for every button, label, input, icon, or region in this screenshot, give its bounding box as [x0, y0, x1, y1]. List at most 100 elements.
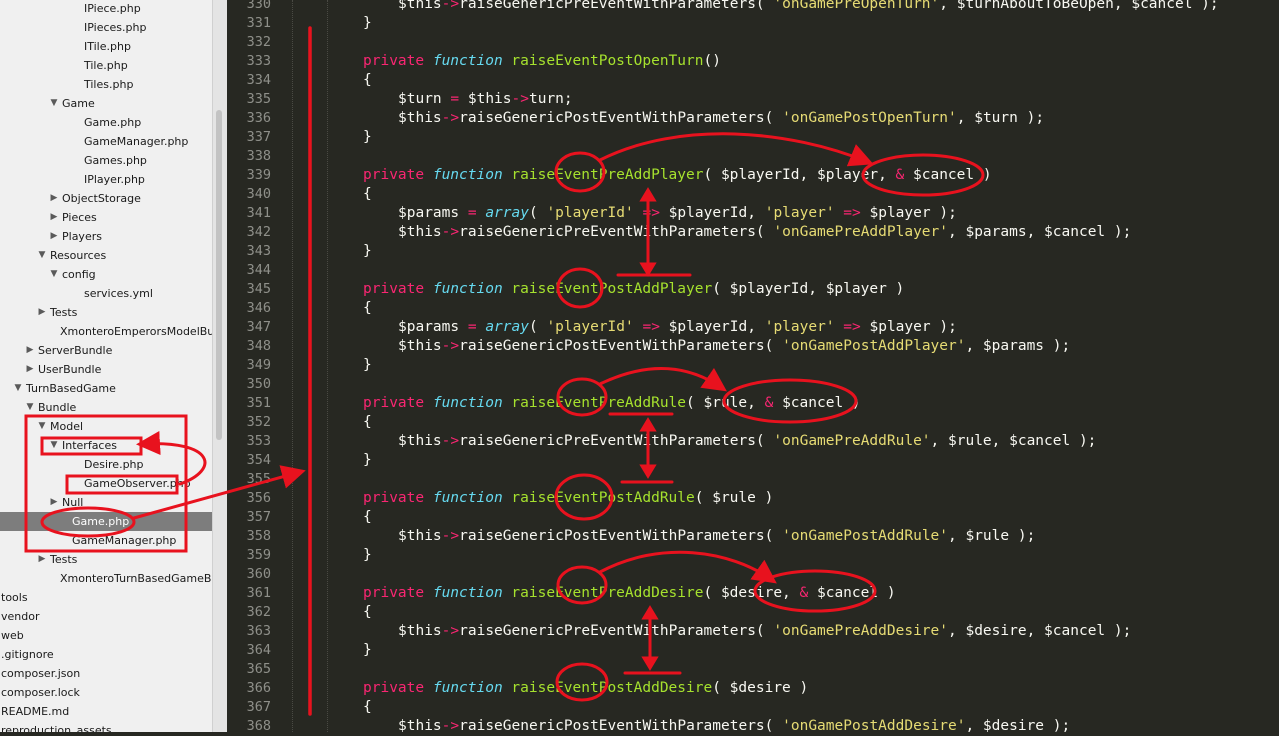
- tree-folder[interactable]: ▼ Game: [0, 94, 212, 113]
- line-number: 334: [246, 72, 271, 88]
- tree-file[interactable]: .gitignore: [0, 645, 212, 664]
- tree-folder[interactable]: ▶ Null: [0, 493, 212, 512]
- code-line[interactable]: {: [363, 698, 372, 717]
- tree-folder[interactable]: ▶ ObjectStorage: [0, 189, 212, 208]
- code-line[interactable]: }: [363, 641, 372, 660]
- tree-file[interactable]: tools: [0, 588, 212, 607]
- code-line[interactable]: $params = array( 'playerId' => $playerId…: [398, 204, 957, 223]
- code-line[interactable]: }: [363, 14, 372, 33]
- tree-file[interactable]: GameObserver.php: [0, 474, 212, 493]
- tree-file[interactable]: GameManager.php: [0, 531, 212, 550]
- code-line[interactable]: {: [363, 508, 372, 527]
- disclosure-open-icon[interactable]: ▼: [49, 265, 59, 284]
- code-line[interactable]: $this->raiseGenericPreEventWithParameter…: [398, 0, 1219, 14]
- tree-folder[interactable]: ▶ Tests: [0, 550, 212, 569]
- tree-file[interactable]: vendor: [0, 607, 212, 626]
- code-line[interactable]: {: [363, 413, 372, 432]
- code-line[interactable]: }: [363, 356, 372, 375]
- tree-folder[interactable]: ▼ Bundle: [0, 398, 212, 417]
- code-line[interactable]: $this->raiseGenericPostEventWithParamete…: [398, 109, 1044, 128]
- tree-folder[interactable]: ▶ Tests: [0, 303, 212, 322]
- tree-folder[interactable]: ▼ TurnBasedGame: [0, 379, 212, 398]
- tree-folder[interactable]: ▼ Interfaces: [0, 436, 212, 455]
- sidebar-scrollbar-thumb[interactable]: [216, 110, 222, 440]
- tree-file[interactable]: composer.lock: [0, 683, 212, 702]
- tree-file[interactable]: web: [0, 626, 212, 645]
- code-token: 'player': [764, 319, 835, 335]
- tree-file[interactable]: Game.php: [0, 512, 212, 531]
- disclosure-open-icon[interactable]: ▼: [37, 246, 47, 265]
- disclosure-closed-icon[interactable]: ▶: [49, 227, 59, 246]
- tree-file[interactable]: services.yml: [0, 284, 212, 303]
- code-line[interactable]: }: [363, 546, 372, 565]
- tree-file[interactable]: reproduction_assets: [0, 721, 212, 732]
- disclosure-open-icon[interactable]: ▼: [37, 417, 47, 436]
- disclosure-open-icon[interactable]: ▼: [25, 398, 35, 417]
- code-line[interactable]: $params = array( 'playerId' => $playerId…: [398, 318, 957, 337]
- tree-file[interactable]: IPlayer.php: [0, 170, 212, 189]
- code-line[interactable]: {: [363, 603, 372, 622]
- code-line[interactable]: {: [363, 185, 372, 204]
- tree-item-label: GameManager.php: [72, 534, 177, 547]
- code-line[interactable]: }: [363, 242, 372, 261]
- tree-file[interactable]: IPiece.php: [0, 0, 212, 18]
- code-line[interactable]: private function raiseEventPostAddPlayer…: [363, 280, 904, 299]
- disclosure-closed-icon[interactable]: ▶: [37, 303, 47, 322]
- tree-file[interactable]: Tile.php: [0, 56, 212, 75]
- tree-file[interactable]: Tiles.php: [0, 75, 212, 94]
- code-editor[interactable]: $this->raiseGenericPreEventWithParameter…: [280, 0, 1279, 734]
- disclosure-closed-icon[interactable]: ▶: [49, 208, 59, 227]
- code-line[interactable]: }: [363, 128, 372, 147]
- tree-file[interactable]: GameManager.php: [0, 132, 212, 151]
- code-line[interactable]: {: [363, 299, 372, 318]
- disclosure-closed-icon[interactable]: ▶: [25, 341, 35, 360]
- code-line[interactable]: $this->raiseGenericPreEventWithParameter…: [398, 223, 1131, 242]
- code-line[interactable]: private function raiseEventPreAddPlayer(…: [363, 166, 992, 185]
- code-line[interactable]: private function raiseEventPostOpenTurn(…: [363, 52, 721, 71]
- tree-file[interactable]: IPieces.php: [0, 18, 212, 37]
- code-token: ->: [441, 623, 460, 639]
- code-token: 'onGamePreAddDesire': [773, 623, 949, 639]
- code-line[interactable]: $this->raiseGenericPostEventWithParamete…: [398, 337, 1070, 356]
- tree-folder[interactable]: ▶ Players: [0, 227, 212, 246]
- code-line[interactable]: }: [363, 451, 372, 470]
- code-line[interactable]: $this->raiseGenericPostEventWithParamete…: [398, 527, 1035, 546]
- code-token: raiseEventPostAddRule: [511, 490, 695, 506]
- tree-folder[interactable]: ▶ ServerBundle: [0, 341, 212, 360]
- code-line[interactable]: $turn = $this->turn;: [398, 90, 573, 109]
- tree-file[interactable]: Desire.php: [0, 455, 212, 474]
- tree-folder[interactable]: ▼ config: [0, 265, 212, 284]
- tree-file[interactable]: README.md: [0, 702, 212, 721]
- tree-file[interactable]: Game.php: [0, 113, 212, 132]
- code-line[interactable]: {: [363, 71, 372, 90]
- tree-item-label: IPieces.php: [84, 21, 147, 34]
- disclosure-closed-icon[interactable]: ▶: [37, 550, 47, 569]
- tree-file[interactable]: XmonteroTurnBasedGameBundl: [0, 569, 212, 588]
- code-line[interactable]: $this->raiseGenericPreEventWithParameter…: [398, 622, 1131, 641]
- tree-file[interactable]: XmonteroEmperorsModelBundl: [0, 322, 212, 341]
- disclosure-open-icon[interactable]: ▼: [49, 436, 59, 455]
- disclosure-closed-icon[interactable]: ▶: [49, 493, 59, 512]
- code-token: =>: [843, 205, 861, 221]
- code-line[interactable]: $this->raiseGenericPostEventWithParamete…: [398, 717, 1070, 736]
- code-token: }: [363, 357, 372, 373]
- code-line[interactable]: private function raiseEventPostAddDesire…: [363, 679, 808, 698]
- code-line[interactable]: $this->raiseGenericPreEventWithParameter…: [398, 432, 1096, 451]
- code-line[interactable]: private function raiseEventPreAddRule( $…: [363, 394, 861, 413]
- disclosure-closed-icon[interactable]: ▶: [25, 360, 35, 379]
- tree-folder[interactable]: ▶ UserBundle: [0, 360, 212, 379]
- tree-file[interactable]: composer.json: [0, 664, 212, 683]
- code-line[interactable]: private function raiseEventPreAddDesire(…: [363, 584, 896, 603]
- tree-folder[interactable]: ▼ Model: [0, 417, 212, 436]
- tree-file[interactable]: ITile.php: [0, 37, 212, 56]
- disclosure-open-icon[interactable]: ▼: [13, 379, 23, 398]
- tree-folder[interactable]: ▶ Pieces: [0, 208, 212, 227]
- disclosure-closed-icon[interactable]: ▶: [49, 189, 59, 208]
- tree-file[interactable]: Games.php: [0, 151, 212, 170]
- disclosure-open-icon[interactable]: ▼: [49, 94, 59, 113]
- code-line[interactable]: private function raiseEventPostAddRule( …: [363, 489, 773, 508]
- code-token: raiseGenericPostEventWithParameters(: [459, 110, 783, 126]
- tree-folder[interactable]: ▼ Resources: [0, 246, 212, 265]
